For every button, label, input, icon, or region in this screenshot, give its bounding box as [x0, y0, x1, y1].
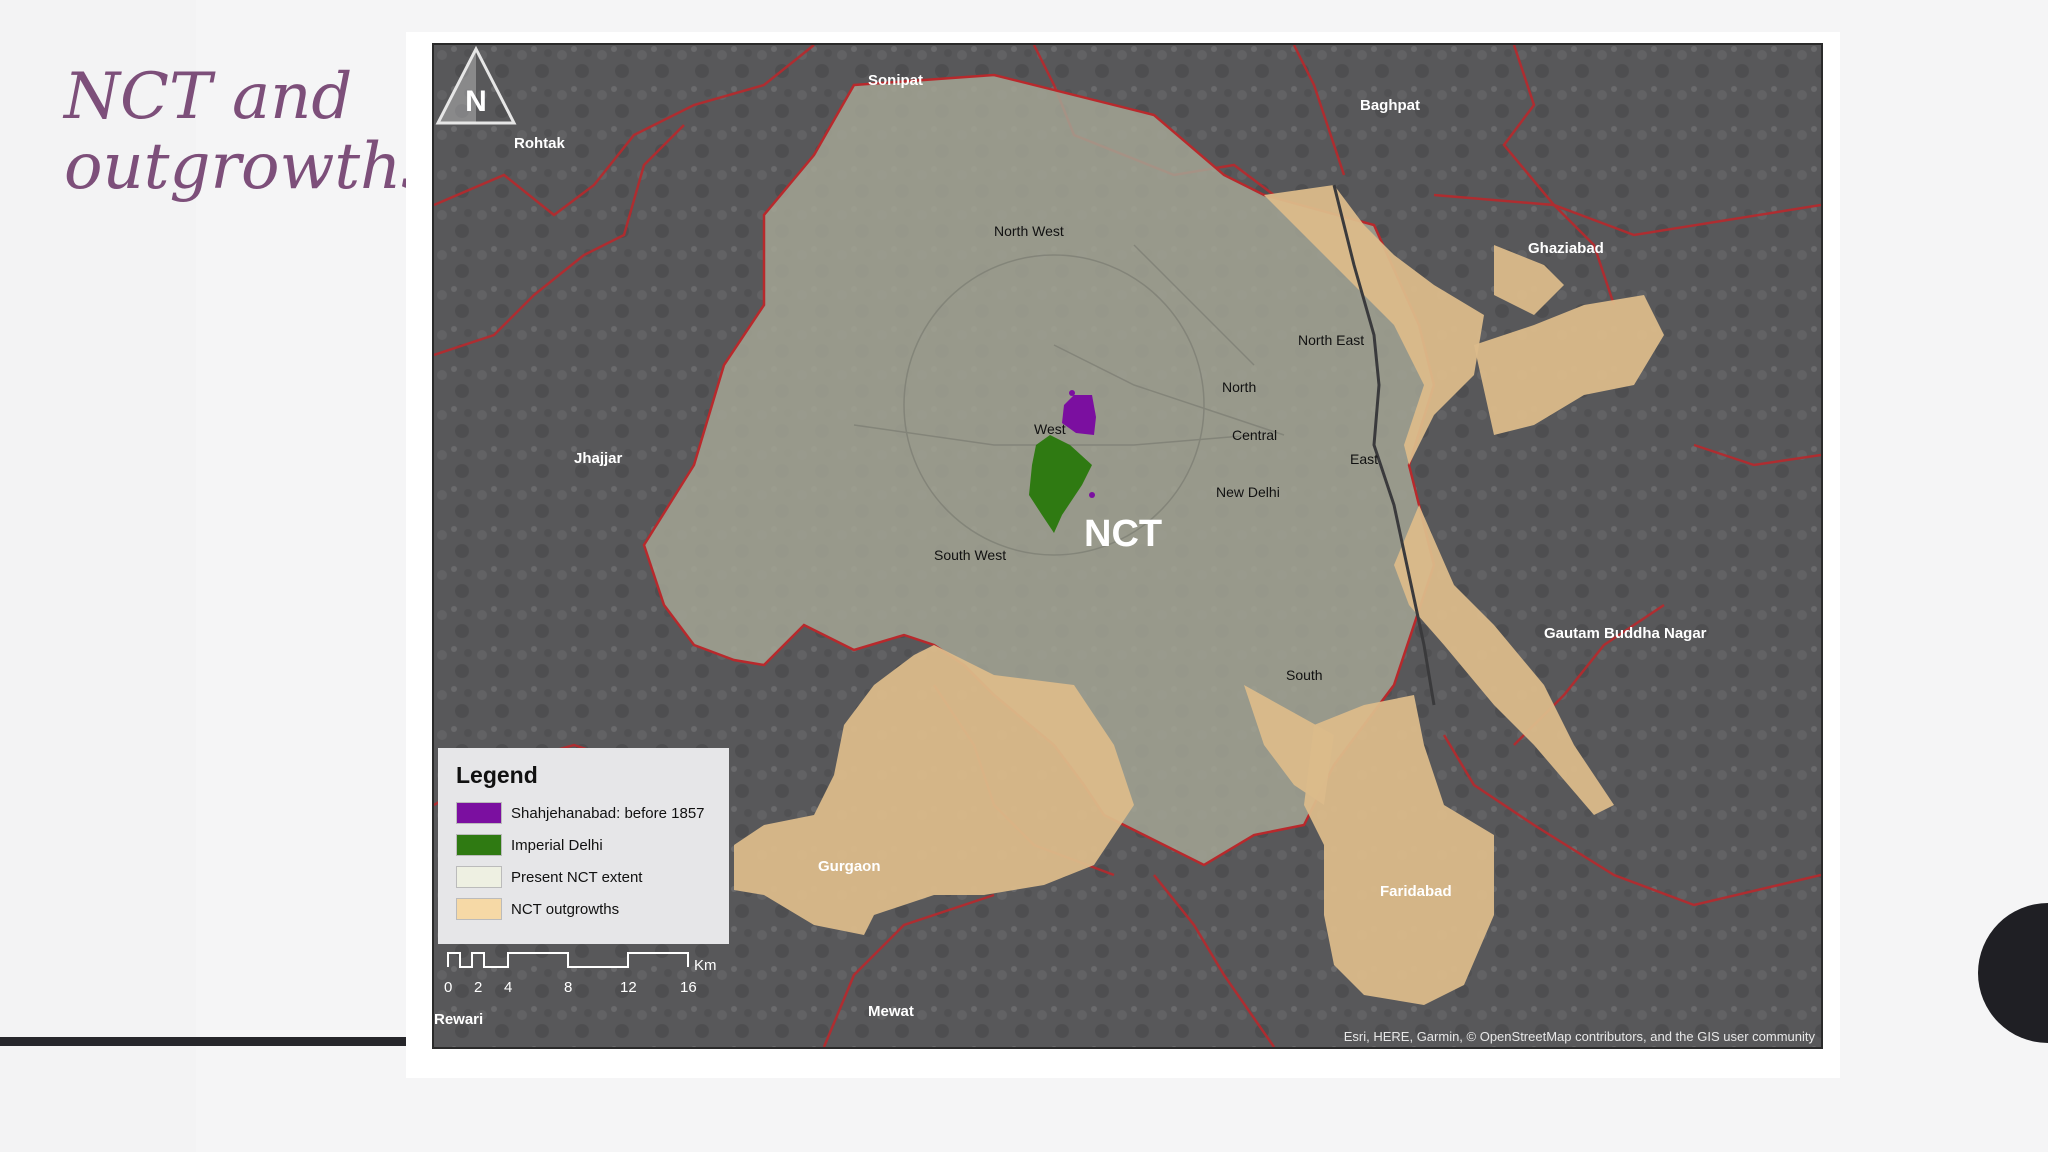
legend-swatch-nct-outgrowths: [456, 898, 502, 920]
place-label-mewat: Mewat: [868, 1003, 914, 1020]
scale-tick-label: 0: [444, 979, 453, 996]
legend-title: Legend: [456, 762, 538, 788]
scale-tick-label: 4: [504, 979, 513, 996]
district-label-central: Central: [1232, 427, 1278, 443]
shahjehanabad-dot-2: [1089, 492, 1095, 498]
place-label-faridabad: Faridabad: [1380, 883, 1452, 900]
place-label-ghaziabad: Ghaziabad: [1528, 240, 1604, 257]
district-label-south-west: South West: [934, 547, 1007, 563]
district-label-west: West: [1034, 421, 1066, 437]
legend-item: Imperial Delhi: [456, 829, 711, 861]
legend-swatch-shahjehanabad: [456, 802, 502, 824]
legend-item: Present NCT extent: [456, 861, 711, 893]
place-label-jhajjar: Jhajjar: [574, 450, 623, 467]
place-label-sonipat: Sonipat: [868, 72, 923, 89]
legend-label: Imperial Delhi: [511, 836, 603, 854]
district-label-east: East: [1350, 451, 1379, 467]
shahjehanabad-dot: [1069, 390, 1075, 396]
scale-tick-label: 12: [620, 979, 637, 996]
legend: Legend Shahjehanabad: before 1857 Imperi…: [438, 748, 729, 944]
scale-unit: Km: [694, 957, 717, 974]
legend-swatch-imperial-delhi: [456, 834, 502, 856]
district-label-north: North: [1222, 379, 1257, 395]
scale-tick-label: 8: [564, 979, 573, 996]
scale-tick-label: 2: [474, 979, 483, 996]
legend-item: Shahjehanabad: before 1857: [456, 797, 711, 829]
slide-title: NCT and outgrowths: [64, 60, 434, 202]
legend-label: Present NCT extent: [511, 868, 643, 886]
district-label-new-delhi: New Delhi: [1216, 484, 1280, 500]
place-label-gurgaon: Gurgaon: [818, 858, 881, 875]
north-arrow-icon: N: [435, 45, 517, 125]
nct-label: NCT: [1084, 513, 1163, 555]
legend-label: NCT outgrowths: [511, 900, 620, 918]
legend-swatch-present-nct: [456, 866, 502, 888]
decorative-circle: [1978, 903, 2048, 1043]
title-line-1: NCT and: [64, 60, 353, 134]
map-frame: NCT Sonipat Baghpat Rohtak Ghaziabad Jha…: [432, 43, 1823, 1049]
north-arrow-letter: N: [465, 85, 487, 118]
scale-tick-label: 16: [680, 979, 697, 996]
legend-label: Shahjehanabad: before 1857: [511, 804, 705, 822]
district-label-north-west: North West: [994, 223, 1064, 239]
district-label-south: South: [1286, 667, 1323, 683]
map-credits: Esri, HERE, Garmin, © OpenStreetMap cont…: [1343, 1029, 1815, 1044]
legend-item: NCT outgrowths: [456, 893, 711, 925]
district-label-north-east: North East: [1298, 332, 1365, 348]
place-label-rewari: Rewari: [434, 1011, 484, 1028]
place-label-baghpat: Baghpat: [1360, 97, 1420, 114]
place-label-gautam-buddha-nagar: Gautam Buddha Nagar: [1544, 625, 1707, 642]
title-line-2: outgrowths: [64, 130, 435, 204]
bottom-rule: [0, 1037, 410, 1046]
place-label-rohtak: Rohtak: [514, 135, 565, 152]
